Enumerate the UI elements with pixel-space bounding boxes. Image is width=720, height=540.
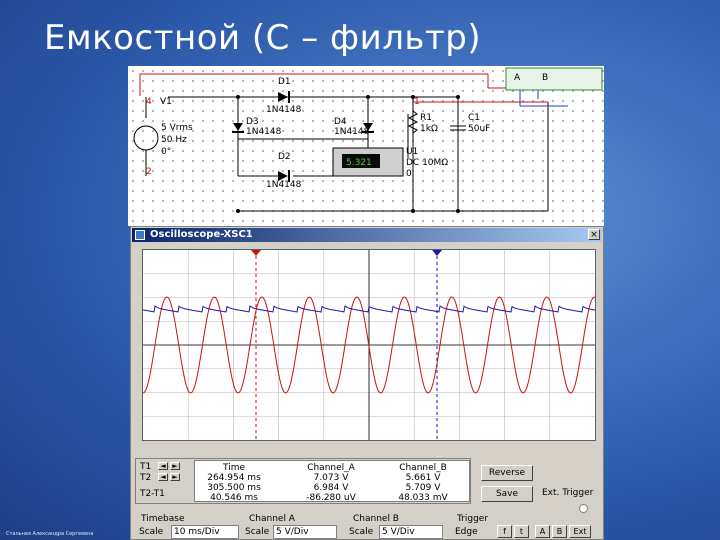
label-v1-amp: 5 Vrms: [161, 123, 193, 133]
label-node2: 2: [146, 167, 152, 177]
t1-right-arrow[interactable]: ►: [170, 462, 180, 470]
label-c1: C1: [468, 113, 480, 123]
row-label-t2-t1: T2-T1: [140, 489, 165, 499]
readout-cell: 40.546 ms: [210, 493, 258, 503]
readout-header-channel-b: Channel_B: [399, 463, 447, 473]
readout-col-channel-a: Channel_A 7.073 V 6.984 V -86.280 uV: [291, 463, 371, 503]
label-node1: 1: [414, 97, 420, 107]
row-label-t1: T1: [140, 462, 152, 472]
label-u1-mode: DC 10MΩ: [406, 158, 448, 168]
readout-table: Time 264.954 ms 305.500 ms 40.546 ms Cha…: [194, 460, 470, 503]
oscilloscope-app-icon: [135, 230, 145, 240]
timebase-group-title: Timebase: [141, 514, 185, 524]
trigger-edge-label: Edge: [455, 527, 478, 537]
label-v1-freq: 50 Hz: [161, 135, 187, 145]
circuit-schematic: 4 V1 5 Vrms 50 Hz 0° 2 D1 1N4148 D3 1N41…: [128, 66, 604, 226]
trigger-falling-edge-button[interactable]: t: [514, 525, 529, 538]
readout-cell: 5.661 V: [405, 473, 441, 483]
trigger-source-ext-button[interactable]: Ext: [569, 525, 591, 538]
timebase-scale-label: Scale: [139, 527, 164, 537]
ext-trigger-label: Ext. Trigger: [542, 488, 594, 498]
t2-right-arrow[interactable]: ►: [170, 473, 180, 481]
slide-title: Емкостной (С – фильтр): [44, 18, 482, 58]
label-d4-part: 1N4148: [334, 127, 370, 137]
channel-a-scale-label: Scale: [245, 527, 270, 537]
timebase-scale-field[interactable]: 10 ms/Div: [171, 525, 239, 539]
oscilloscope-window: Oscilloscope-XSC1 × T1 T2 T2-T1 ◄ ► ◄ ► …: [130, 226, 604, 540]
readout-header-channel-a: Channel_A: [307, 463, 355, 473]
t1-left-arrow[interactable]: ◄: [158, 462, 168, 470]
channel-a-group-title: Channel A: [249, 514, 295, 524]
label-u1: U1: [406, 147, 418, 157]
row-label-t2: T2: [140, 473, 152, 483]
ext-trigger-terminal[interactable]: [579, 504, 588, 513]
readout-col-channel-b: Channel_B 5.661 V 5.709 V 48.033 mV: [381, 463, 465, 503]
label-d2: D2: [278, 152, 291, 162]
label-r1-val: 1kΩ: [420, 124, 438, 134]
label-r1: R1: [420, 113, 432, 123]
label-v1-phase: 0°: [161, 147, 171, 157]
oscilloscope-screen: [142, 249, 596, 441]
label-v1: V1: [160, 97, 172, 107]
channel-b-group-title: Channel B: [353, 514, 399, 524]
label-d2-part: 1N4148: [266, 180, 302, 190]
channel-a-scale-field[interactable]: 5 V/Div: [273, 525, 337, 539]
label-d3-part: 1N4148: [246, 127, 282, 137]
oscilloscope-title: Oscilloscope-XSC1: [150, 229, 253, 240]
cursor-t2-handle[interactable]: [432, 250, 442, 256]
cursor-t1-handle[interactable]: [251, 250, 261, 256]
oscilloscope-titlebar[interactable]: Oscilloscope-XSC1 ×: [132, 228, 602, 242]
channel-b-scale-label: Scale: [349, 527, 374, 537]
readout-cell: 7.073 V: [313, 473, 349, 483]
reverse-button[interactable]: Reverse: [481, 465, 533, 481]
trigger-rising-edge-button[interactable]: f: [497, 525, 512, 538]
slide-credit: Стальная Александра Сергеевна: [6, 531, 94, 537]
close-icon[interactable]: ×: [588, 229, 600, 240]
label-scope-b: B: [542, 73, 548, 83]
readout-header-time: Time: [222, 463, 246, 473]
readout-cell: 5.709 V: [405, 483, 441, 493]
label-c1-val: 50uF: [468, 124, 490, 134]
label-u1-extra: 0: [406, 169, 412, 179]
label-scope-a: A: [514, 73, 521, 83]
readout-cell: 6.984 V: [313, 483, 349, 493]
save-button[interactable]: Save: [481, 486, 533, 502]
readout-col-time: Time 264.954 ms 305.500 ms 40.546 ms: [199, 463, 269, 503]
label-d4: D4: [334, 117, 347, 127]
label-node4: 4: [146, 97, 152, 107]
trigger-source-a-button[interactable]: A: [535, 525, 550, 538]
channel-b-scale-field[interactable]: 5 V/Div: [379, 525, 443, 539]
label-d1: D1: [278, 77, 291, 87]
t2-left-arrow[interactable]: ◄: [158, 473, 168, 481]
trigger-group-title: Trigger: [457, 514, 489, 524]
readout-cell: 264.954 ms: [207, 473, 261, 483]
readout-cell: 305.500 ms: [207, 483, 261, 493]
label-d1-part: 1N4148: [266, 105, 302, 115]
readout-cell: 48.033 mV: [398, 493, 448, 503]
cursor-readout-panel: T1 T2 T2-T1 ◄ ► ◄ ► Time 264.954 ms 305.…: [135, 458, 471, 504]
label-d3: D3: [246, 117, 259, 127]
trigger-source-b-button[interactable]: B: [552, 525, 567, 538]
voltmeter-reading: 5.321: [346, 158, 372, 168]
readout-cell: -86.280 uV: [306, 493, 356, 503]
